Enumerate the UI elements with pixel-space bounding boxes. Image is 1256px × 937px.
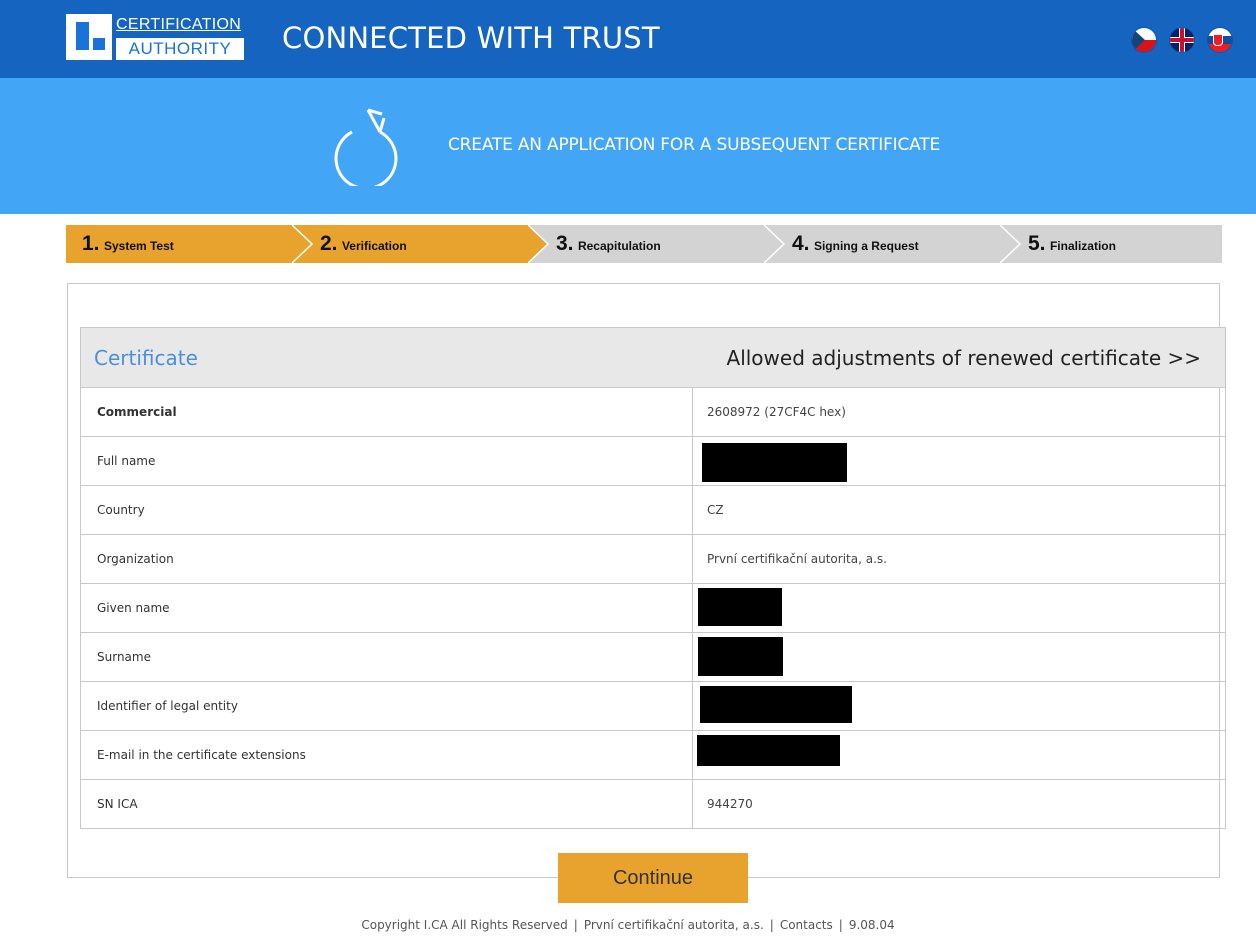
redacted-value: [700, 686, 852, 723]
redacted-value: [698, 588, 782, 626]
ica-logo-mark-icon: [66, 14, 112, 60]
step-label: Finalization: [1049, 239, 1116, 253]
certificate-title: Certificate: [94, 346, 198, 370]
step-signing-request: 4. Signing a Request: [764, 225, 1020, 263]
table-row: Given name: [80, 584, 1226, 633]
row-key: Commercial: [97, 405, 177, 419]
table-row: Surname: [80, 633, 1226, 682]
row-key: Full name: [97, 454, 156, 468]
redacted-value: [702, 443, 847, 482]
progress-steps: 1. System Test 2. Verification 3. Recapi…: [66, 225, 1222, 263]
footer-company-link[interactable]: První certifikační autorita, a.s.: [584, 918, 764, 932]
step-finalization: 5. Finalization: [1000, 225, 1222, 263]
step-number: 4.: [792, 232, 810, 255]
table-row: SN ICA 944270: [80, 780, 1226, 829]
row-key: SN ICA: [97, 797, 138, 811]
step-system-test: 1. System Test: [66, 225, 312, 263]
table-row: E-mail in the certificate extensions: [80, 731, 1226, 780]
row-key: Organization: [97, 552, 174, 566]
footer-contacts-link[interactable]: Contacts: [780, 918, 833, 932]
cz-flag-icon[interactable]: [1131, 28, 1156, 52]
redacted-value: [697, 735, 840, 766]
footer-version: 9.08.04: [848, 918, 895, 932]
step-recapitulation: 3. Recapitulation: [528, 225, 784, 263]
page-footer: Copyright I.CA All Rights Reserved | První…: [361, 918, 895, 932]
row-value: 2608972 (27CF4C hex): [707, 405, 846, 419]
step-verification: 2. Verification: [292, 225, 548, 263]
redacted-value: [698, 637, 783, 676]
logo-line-certification: CERTIFICATION: [116, 16, 242, 33]
allowed-adjustments-link[interactable]: Allowed adjustments of renewed certifica…: [727, 344, 1201, 372]
step-label: Verification: [341, 239, 407, 253]
gb-flag-icon[interactable]: [1169, 28, 1194, 52]
footer-copyright: Copyright I.CA All Rights Reserved: [361, 918, 568, 932]
tagline: CONNECTED WITH TRUST: [282, 21, 660, 55]
page-banner: CREATE AN APPLICATION FOR A SUBSEQUENT C…: [0, 78, 1256, 214]
table-row: Organization První certifikační autorita…: [80, 535, 1226, 584]
row-key: Country: [97, 503, 145, 517]
table-row: Country CZ: [80, 486, 1226, 535]
table-row: Commercial 2608972 (27CF4C hex): [80, 388, 1226, 437]
certificate-header: Certificate Allowed adjustments of renew…: [80, 327, 1226, 388]
continue-button[interactable]: Continue: [558, 853, 748, 903]
page-title: CREATE AN APPLICATION FOR A SUBSEQUENT C…: [448, 135, 940, 155]
row-value: První certifikační autorita, a.s.: [707, 552, 887, 566]
certificate-details-table: Commercial 2608972 (27CF4C hex) Full nam…: [80, 388, 1226, 829]
step-label: Signing a Request: [813, 239, 919, 253]
step-number: 2.: [320, 232, 338, 255]
step-number: 5.: [1028, 232, 1046, 255]
row-value: 944270: [707, 797, 753, 811]
language-switcher: [1123, 28, 1232, 54]
top-bar: CERTIFICATION AUTHORITY CONNECTED WITH T…: [0, 0, 1256, 78]
step-number: 1.: [82, 232, 100, 255]
ica-logo[interactable]: CERTIFICATION AUTHORITY: [66, 14, 244, 60]
row-key: Identifier of legal entity: [97, 699, 238, 713]
step-label: Recapitulation: [577, 239, 661, 253]
step-number: 3.: [556, 232, 574, 255]
renew-icon: [334, 108, 398, 186]
row-key: E-mail in the certificate extensions: [97, 748, 306, 762]
row-key: Given name: [97, 601, 170, 615]
table-row: Full name: [80, 437, 1226, 486]
row-value: CZ: [707, 503, 724, 517]
row-key: Surname: [97, 650, 151, 664]
sk-flag-icon[interactable]: [1208, 28, 1232, 52]
table-row: Identifier of legal entity: [80, 682, 1226, 731]
step-label: System Test: [103, 239, 174, 253]
logo-line-authority: AUTHORITY: [116, 38, 244, 60]
